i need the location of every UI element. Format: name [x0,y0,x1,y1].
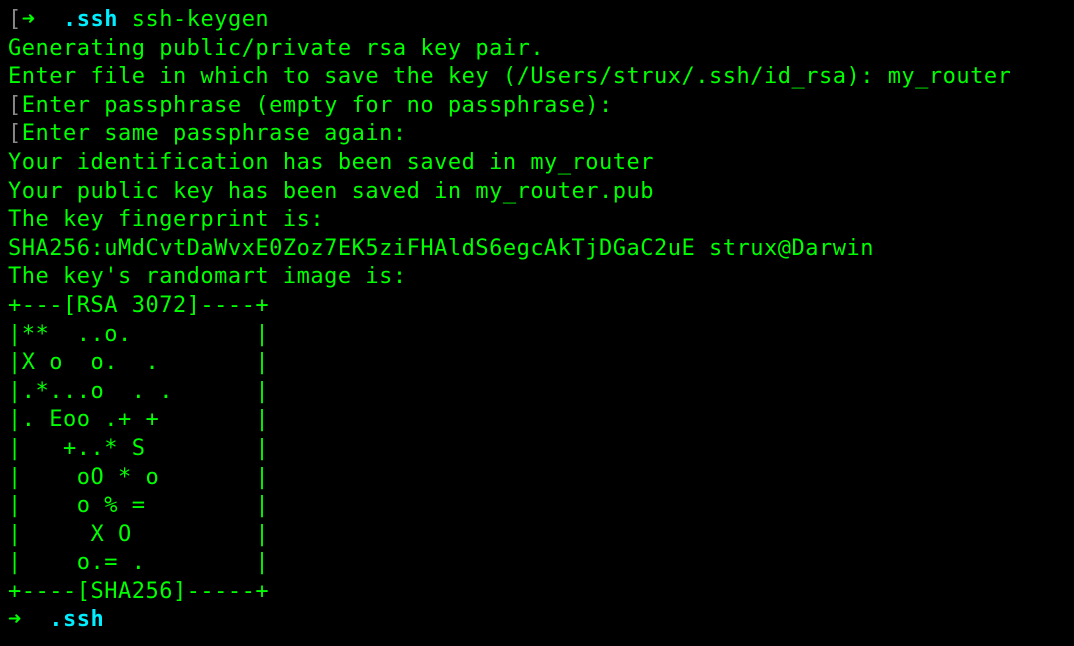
output-line: Generating public/private rsa key pair. [8,35,1066,64]
output-text: Enter passphrase (empty for no passphras… [22,93,613,118]
output-line: The key's randomart image is: [8,263,1066,292]
bracket-open: [ [8,121,22,146]
prompt-dir: .ssh [49,607,104,632]
randomart-line: | oO * o | [8,464,1066,493]
bracket-open: [ [8,93,22,118]
randomart-line: +---[RSA 3072]----+ [8,292,1066,321]
prompt-command: ssh-keygen [118,7,269,32]
output-line: Your public key has been saved in my_rou… [8,178,1066,207]
randomart-line: | X O | [8,521,1066,550]
output-line: Enter file in which to save the key (/Us… [8,63,1066,92]
output-line: SHA256:uMdCvtDaWvxE0Zoz7EK5ziFHAldS6egcA… [8,235,1066,264]
prompt-line-1[interactable]: [➜ .ssh ssh-keygen [8,6,1066,35]
output-line: The key fingerprint is: [8,206,1066,235]
prompt-dir: .ssh [63,7,118,32]
output-line: [Enter passphrase (empty for no passphra… [8,92,1066,121]
output-line: [Enter same passphrase again: [8,120,1066,149]
randomart-line: | o % = | [8,492,1066,521]
prompt-line-2[interactable]: ➜ .ssh [8,606,1066,635]
bracket-open: [ [8,7,22,32]
randomart-line: |** ..o. | [8,321,1066,350]
output-line: Your identification has been saved in my… [8,149,1066,178]
randomart-line: |. Eoo .+ + | [8,406,1066,435]
randomart-line: |.*...o . . | [8,378,1066,407]
output-text: Enter same passphrase again: [22,121,407,146]
randomart-line: | o.= . | [8,549,1066,578]
randomart-line: +----[SHA256]-----+ [8,578,1066,607]
randomart-line: | +..* S | [8,435,1066,464]
randomart-line: |X o o. . | [8,349,1066,378]
prompt-arrow: ➜ [8,607,49,632]
prompt-arrow: ➜ [22,7,63,32]
